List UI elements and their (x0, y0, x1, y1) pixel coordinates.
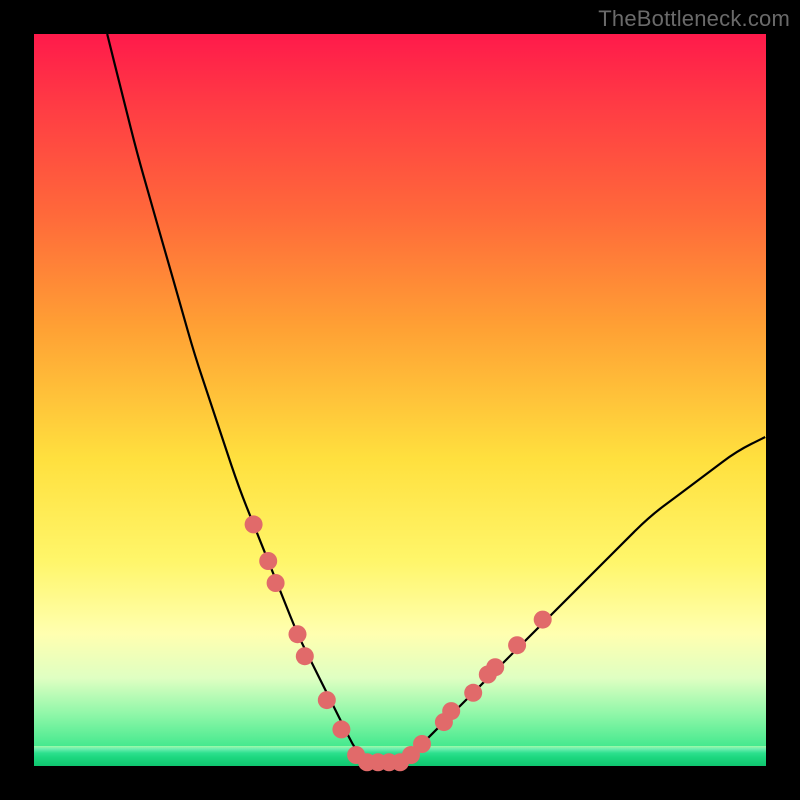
curve-marker (413, 735, 431, 753)
curve-markers (245, 515, 552, 771)
curve-marker (296, 647, 314, 665)
curve-marker (442, 702, 460, 720)
chart-frame: TheBottleneck.com (0, 0, 800, 800)
curve-marker (267, 574, 285, 592)
curve-marker (534, 611, 552, 629)
curve-marker (289, 625, 307, 643)
curve-marker (318, 691, 336, 709)
curve-marker (508, 636, 526, 654)
curve-marker (259, 552, 277, 570)
curve-marker (245, 515, 263, 533)
watermark-text: TheBottleneck.com (598, 6, 790, 32)
chart-overlay (34, 34, 766, 766)
curve-marker (464, 684, 482, 702)
curve-marker (332, 720, 350, 738)
curve-marker (486, 658, 504, 676)
bottleneck-curve (107, 34, 766, 766)
